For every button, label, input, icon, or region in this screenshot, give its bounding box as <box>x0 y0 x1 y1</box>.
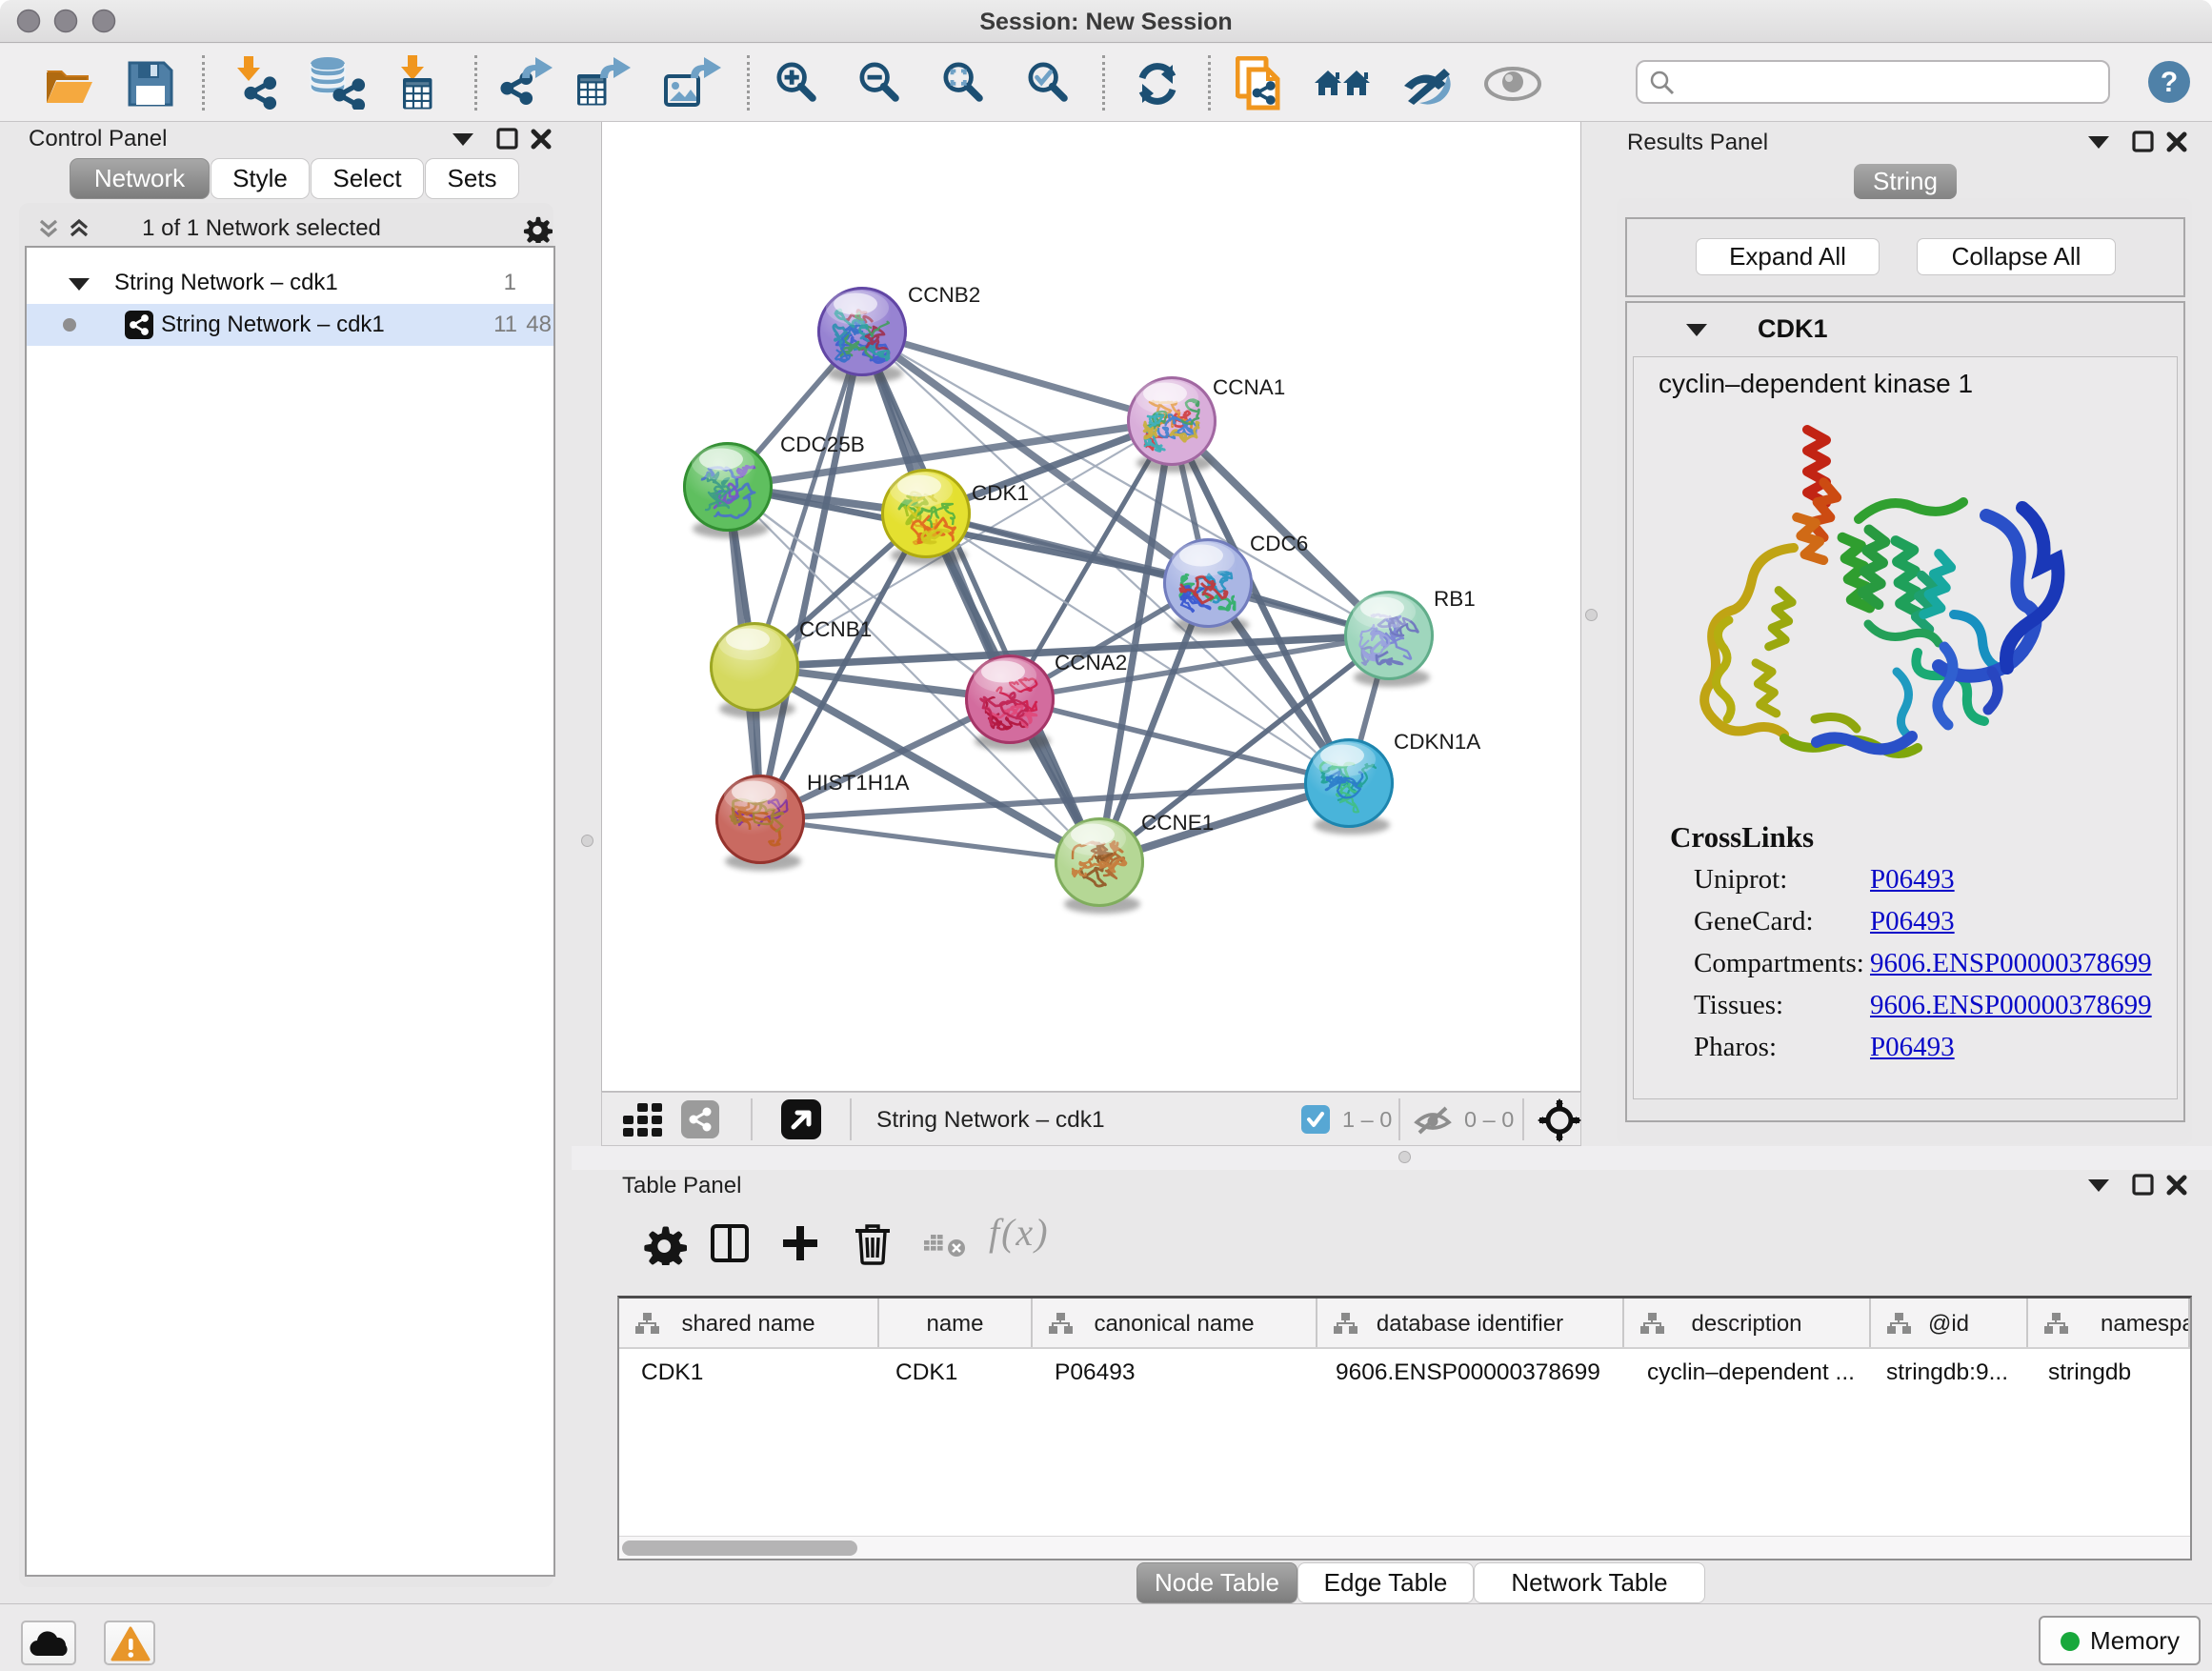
svg-text:CDC6: CDC6 <box>1250 532 1308 555</box>
svg-text:?: ? <box>2161 67 2178 98</box>
svg-text:CDKN1A: CDKN1A <box>1394 730 1480 754</box>
svg-text:RB1: RB1 <box>1434 587 1476 611</box>
svg-text:CCNB2: CCNB2 <box>908 283 980 307</box>
svg-text:CCNA1: CCNA1 <box>1213 375 1285 399</box>
svg-text:CDC25B: CDC25B <box>780 433 865 456</box>
svg-text:CCNA2: CCNA2 <box>1055 651 1127 674</box>
svg-text:CCNB1: CCNB1 <box>799 617 872 641</box>
svg-text:CDK1: CDK1 <box>972 481 1029 505</box>
svg-text:CCNE1: CCNE1 <box>1141 811 1214 835</box>
svg-text:HIST1H1A: HIST1H1A <box>807 771 910 795</box>
